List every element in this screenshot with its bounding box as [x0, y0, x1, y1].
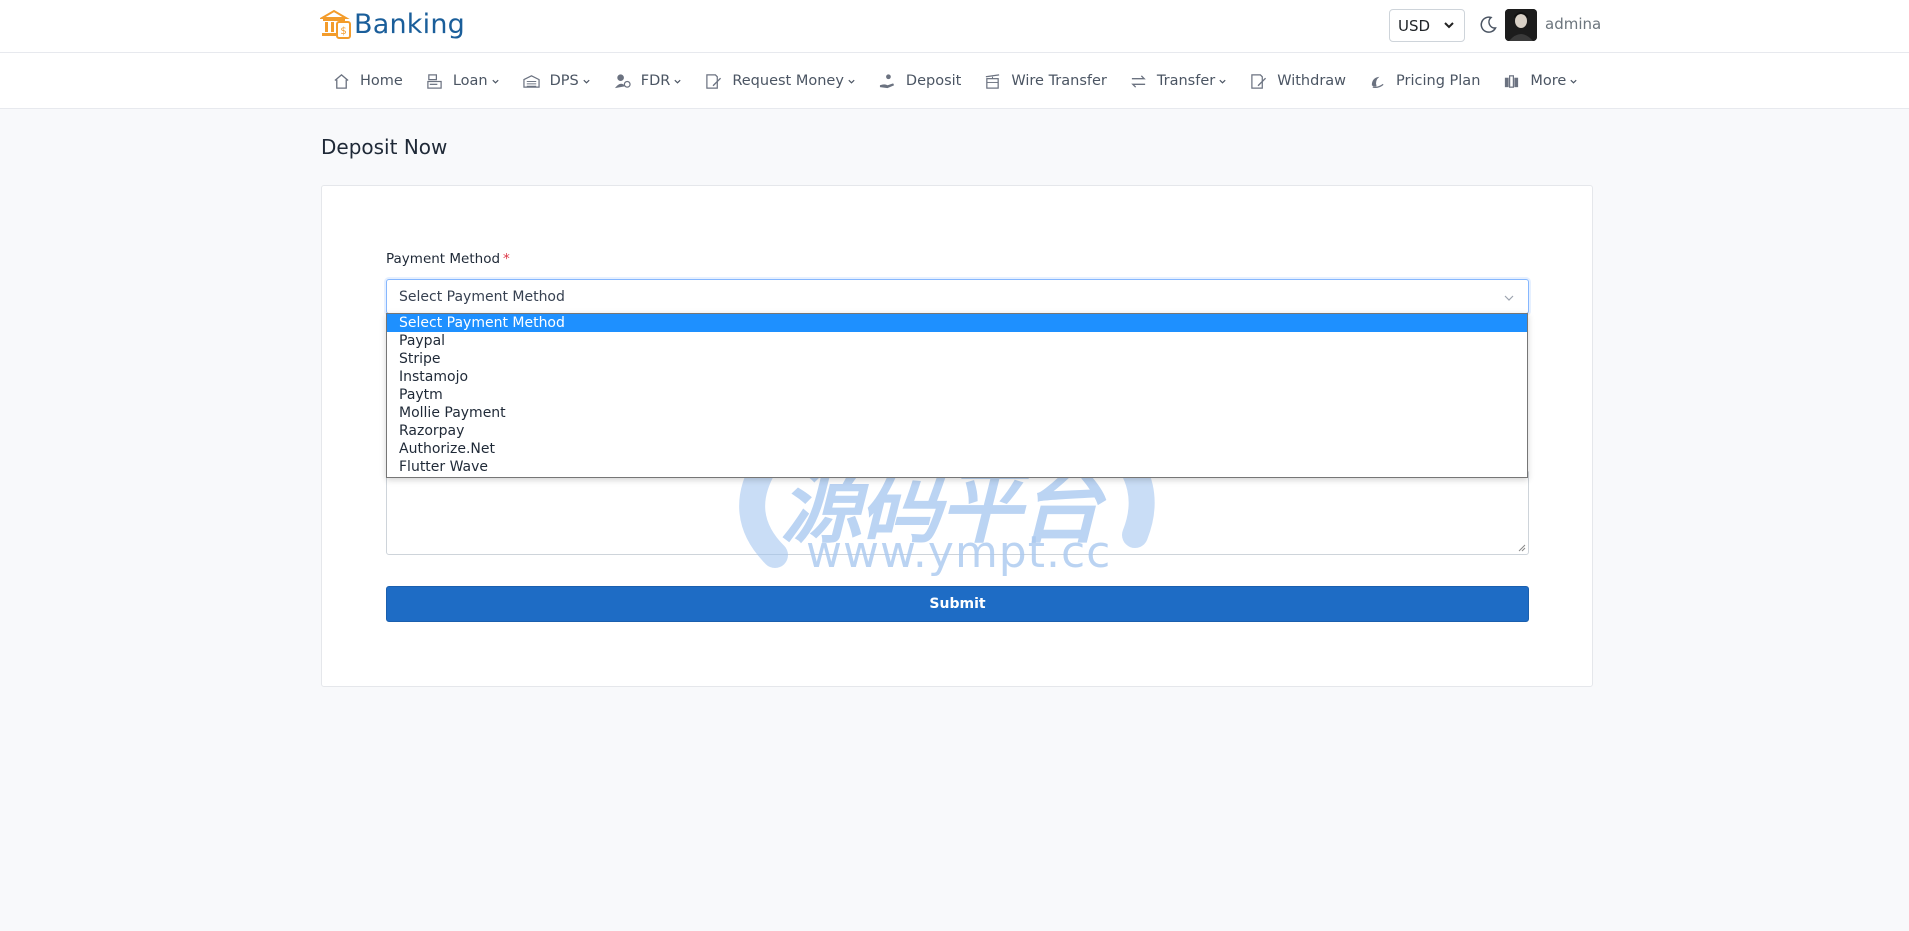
payment-method-label: Payment Method * [386, 251, 510, 267]
dps-icon [522, 74, 540, 88]
svg-text:$: $ [340, 26, 346, 37]
fdr-icon [614, 73, 631, 88]
request-money-icon [706, 73, 722, 89]
nav-label: Home [360, 73, 403, 89]
option-paypal[interactable]: Paypal [387, 332, 1527, 350]
option-mollie-payment[interactable]: Mollie Payment [387, 404, 1527, 422]
required-mark: * [503, 251, 510, 267]
nav-item-dps[interactable]: DPS [522, 73, 591, 90]
chevron-down-icon [1504, 295, 1514, 301]
nav-item-loan[interactable]: Loan [426, 73, 500, 90]
nav-label: Pricing Plan [1396, 73, 1481, 89]
currency-value: USD [1398, 16, 1431, 35]
chevron-down-icon [583, 79, 590, 84]
nav-item-withdraw[interactable]: Withdraw [1250, 73, 1346, 90]
chevron-down-icon [1444, 22, 1454, 29]
option-flutter-wave[interactable]: Flutter Wave [387, 458, 1527, 476]
chevron-down-icon [674, 79, 681, 84]
nav-label: Transfer [1156, 73, 1216, 89]
top-bar: $ Banking USD admina [0, 0, 1909, 53]
nav-label: More [1530, 73, 1567, 89]
payment-method-value: Select Payment Method [399, 288, 565, 305]
resize-grip-icon[interactable] [1517, 543, 1526, 552]
withdraw-icon [1251, 73, 1267, 89]
option-razorpay[interactable]: Razorpay [387, 422, 1527, 440]
nav-label: Request Money [732, 73, 844, 89]
deposit-note-textarea[interactable] [386, 470, 1529, 555]
nav-label: Withdraw [1277, 73, 1347, 89]
nav-item-transfer[interactable]: Transfer [1130, 73, 1227, 90]
bank-logo-icon: $ [320, 9, 351, 39]
nav-label: Wire Transfer [1011, 73, 1107, 89]
loan-icon [427, 73, 442, 89]
option-instamojo[interactable]: Instamojo [387, 368, 1527, 386]
dark-mode-moon-icon[interactable] [1478, 15, 1498, 35]
payment-method-select[interactable]: Select Payment Method [386, 279, 1529, 314]
user-avatar[interactable] [1505, 9, 1537, 41]
main-navigation: Home Loan DPS FDR Request Money Deposit [0, 53, 1909, 109]
deposit-icon [879, 73, 895, 88]
username[interactable]: admina [1545, 15, 1601, 33]
wire-transfer-icon [986, 73, 1000, 89]
more-icon [1505, 74, 1519, 88]
option-select-payment-method[interactable]: Select Payment Method [387, 314, 1527, 332]
nav-item-home[interactable]: Home [333, 73, 403, 90]
nav-label: Deposit [905, 73, 962, 89]
home-icon [334, 73, 349, 89]
nav-item-wire-transfer[interactable]: Wire Transfer [984, 73, 1107, 90]
transfer-icon [1131, 74, 1146, 88]
option-authorize-net[interactable]: Authorize.Net [387, 440, 1527, 458]
nav-label: FDR [640, 73, 671, 89]
nav-label: Loan [452, 73, 488, 89]
chevron-down-icon [848, 79, 855, 84]
payment-method-options[interactable]: Select Payment Method Paypal Stripe Inst… [386, 313, 1528, 478]
brand-name: Banking [354, 8, 465, 40]
chevron-down-icon [491, 79, 499, 84]
nav-item-more[interactable]: More [1503, 73, 1578, 90]
nav-item-request-money[interactable]: Request Money [705, 73, 856, 90]
avatar-image-icon [1505, 9, 1537, 41]
nav-item-pricing-plan[interactable]: Pricing Plan [1369, 73, 1480, 90]
pricing-plan-icon [1371, 76, 1384, 88]
chevron-down-icon [1570, 79, 1577, 84]
chevron-down-icon [1219, 79, 1226, 84]
nav-item-deposit[interactable]: Deposit [879, 73, 961, 90]
option-paytm[interactable]: Paytm [387, 386, 1527, 404]
nav-item-fdr[interactable]: FDR [614, 73, 683, 90]
payment-method-label-text: Payment Method [386, 251, 501, 267]
submit-button[interactable]: Submit [386, 586, 1529, 622]
brand-logo[interactable]: $ Banking [320, 8, 465, 40]
nav-label: DPS [549, 73, 579, 89]
option-stripe[interactable]: Stripe [387, 350, 1527, 368]
currency-select[interactable]: USD [1389, 9, 1465, 42]
page-title: Deposit Now [321, 135, 448, 159]
